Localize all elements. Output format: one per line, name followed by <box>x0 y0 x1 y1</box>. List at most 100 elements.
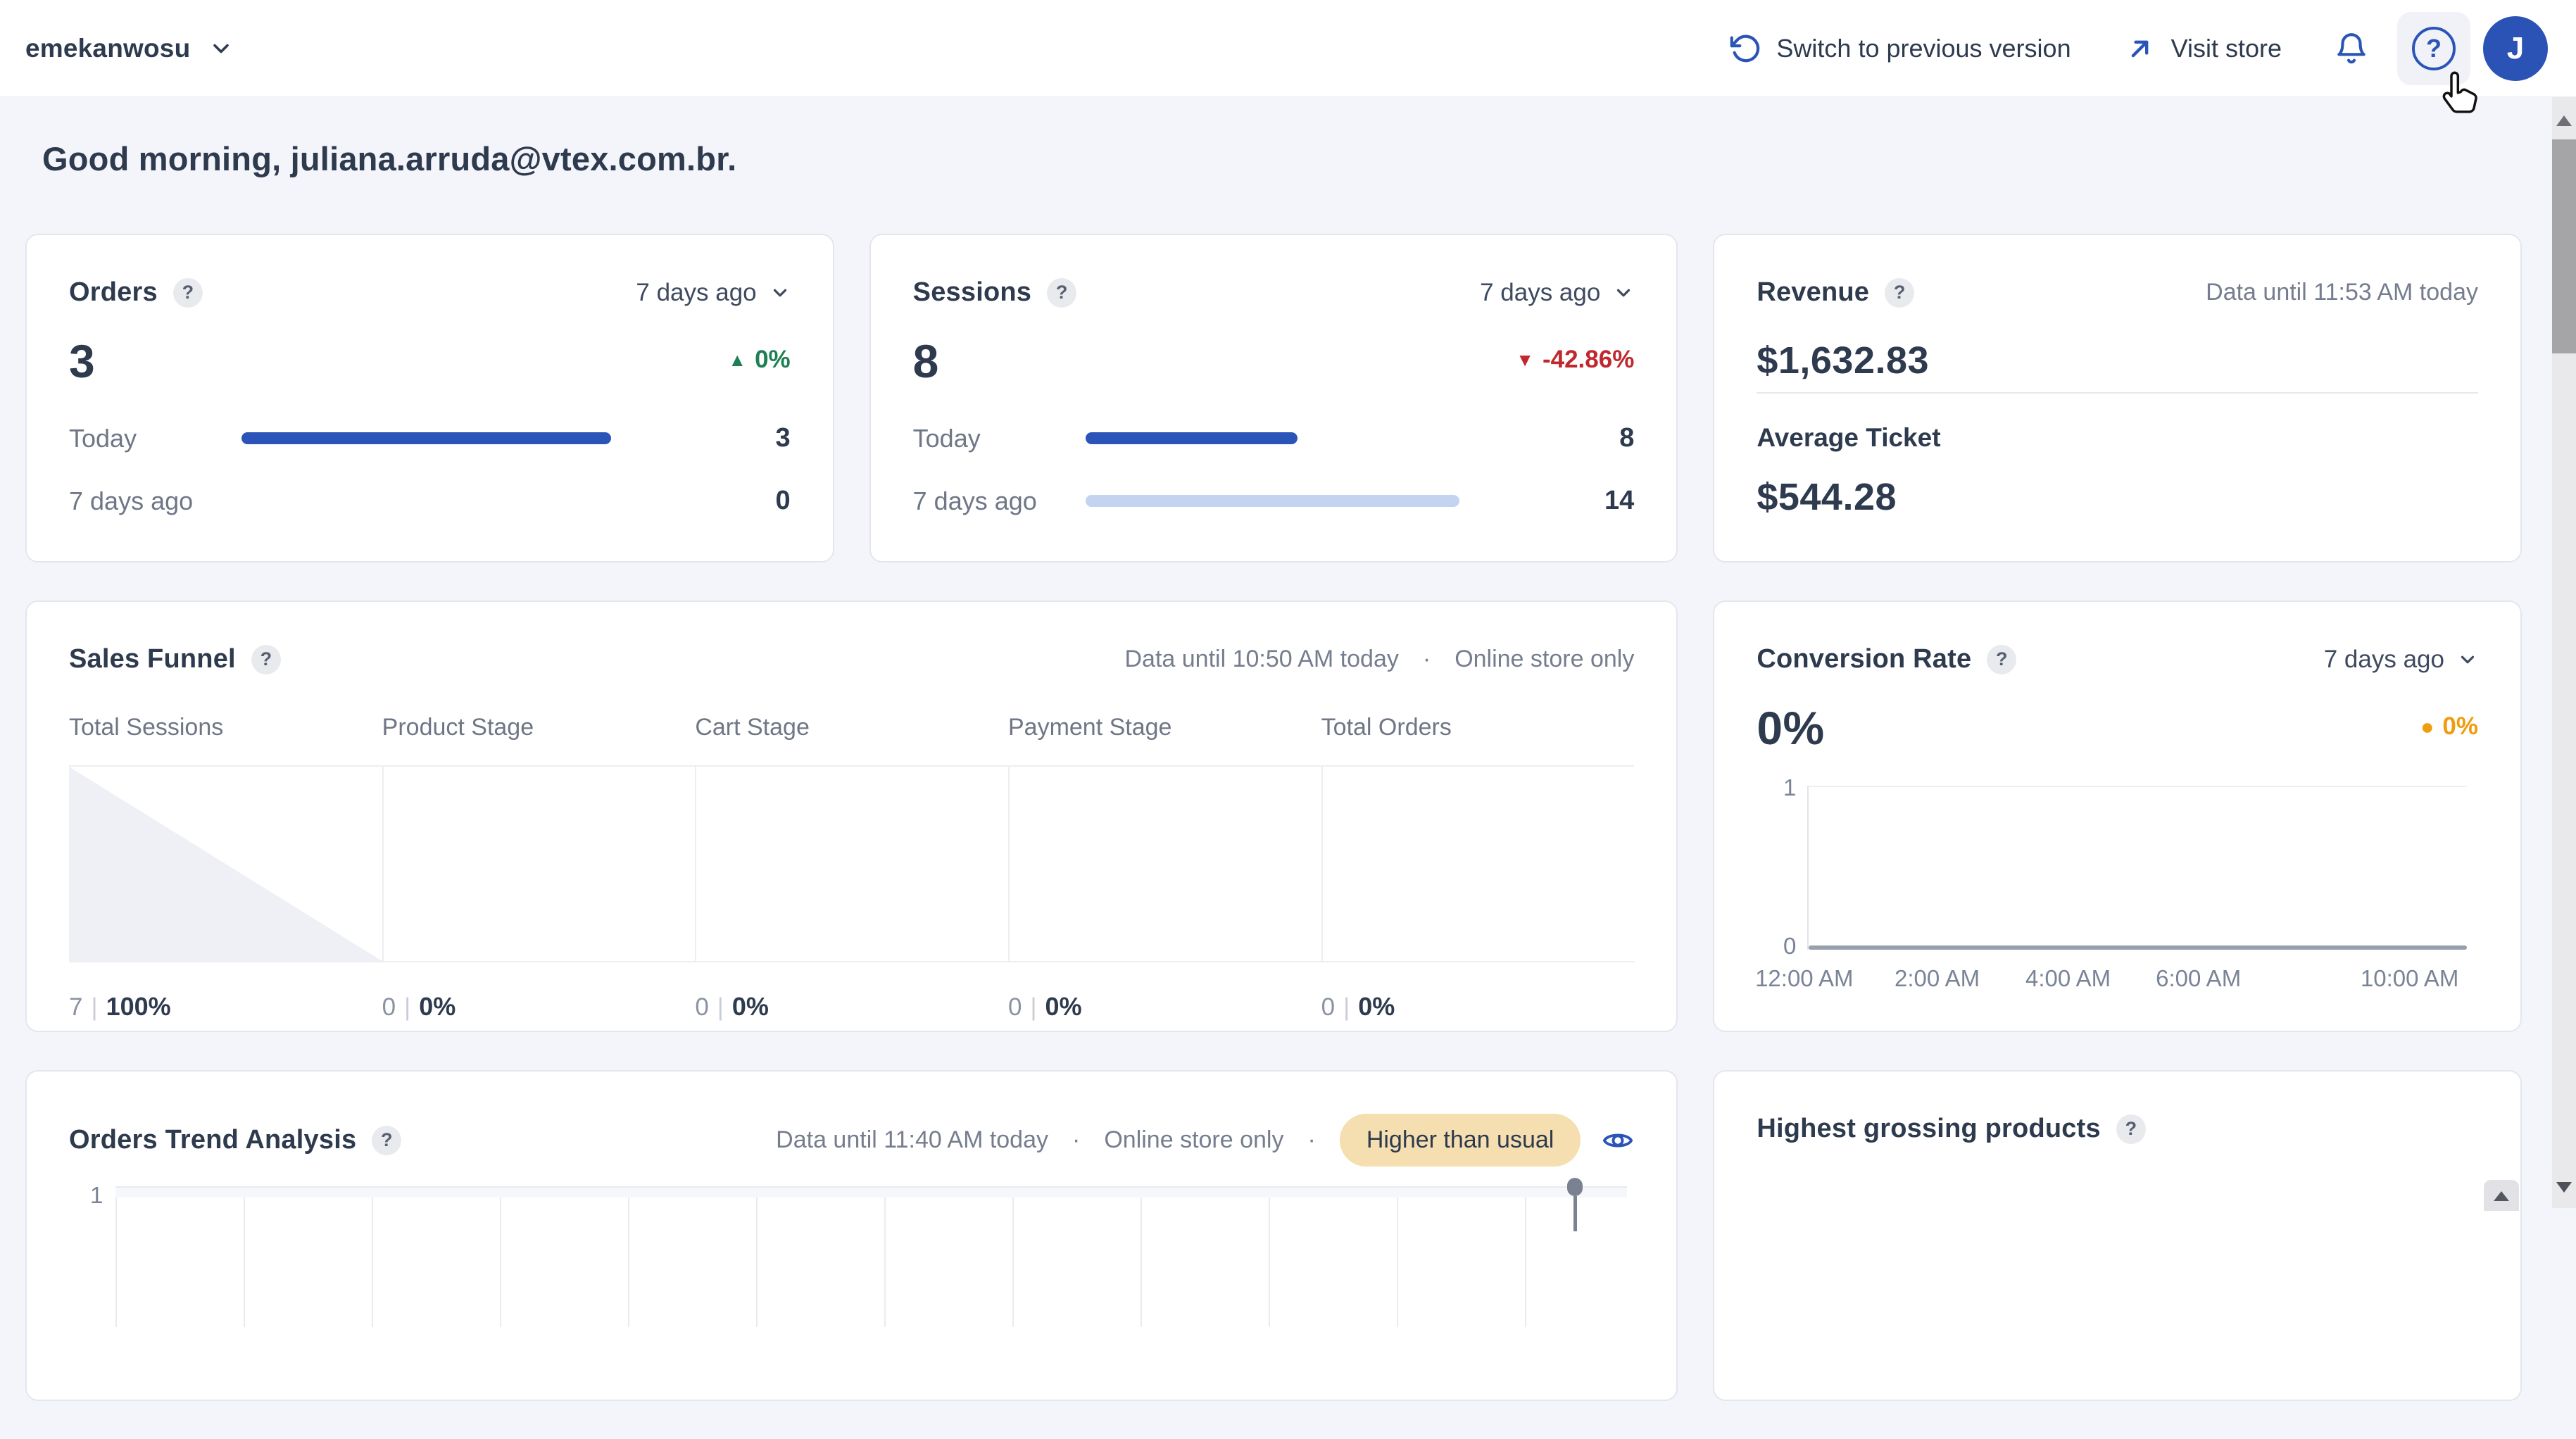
conversion-period-value: 7 days ago <box>2324 646 2444 674</box>
sessions-period-value: 7 days ago <box>1480 279 1600 307</box>
bell-icon <box>2334 31 2369 66</box>
account-switcher[interactable]: emekanwosu <box>25 34 234 63</box>
sessions-period-dropdown[interactable]: 7 days ago <box>1480 279 1634 307</box>
switch-previous-version-label: Switch to previous version <box>1776 34 2071 63</box>
y-axis-tick: 1 <box>90 1182 103 1209</box>
funnel-value: 0|0% <box>1008 992 1321 1022</box>
chevron-down-icon <box>1613 282 1634 303</box>
sessions-delta: ▼ -42.86% <box>1516 346 1634 374</box>
sessions-help-icon[interactable]: ? <box>1047 278 1076 308</box>
conversion-chart: 1 0 12:00 AM 2:00 AM 4:00 AM 6:00 AM 10:… <box>1807 786 2467 950</box>
orders-help-icon[interactable]: ? <box>173 278 203 308</box>
orders-trend-help-icon[interactable]: ? <box>372 1126 401 1155</box>
revenue-title: Revenue <box>1757 277 1869 308</box>
orders-period-value: 7 days ago <box>636 279 756 307</box>
revenue-help-icon[interactable]: ? <box>1885 278 1914 308</box>
sessions-value: 8 <box>913 334 939 388</box>
sales-funnel-title: Sales Funnel <box>69 644 236 674</box>
revenue-value: $1,632.83 <box>1757 339 2478 382</box>
avatar-initial: J <box>2507 31 2524 66</box>
trend-updated-label: Data until 11:40 AM today <box>776 1126 1048 1154</box>
dot-separator: · <box>1062 1126 1090 1154</box>
funnel-stage-cell <box>1321 767 1635 961</box>
eye-icon[interactable] <box>1602 1124 1634 1157</box>
orders-trend-title: Orders Trend Analysis <box>69 1125 356 1155</box>
funnel-stage-cell <box>695 767 1008 961</box>
x-axis-tick: 12:00 AM <box>1755 965 1853 992</box>
x-axis-tick: 6:00 AM <box>2156 965 2241 992</box>
help-button[interactable]: ? <box>2397 12 2470 85</box>
dot-separator: · <box>1298 1126 1325 1154</box>
switch-previous-version-button[interactable]: Switch to previous version <box>1728 32 2071 65</box>
orders-delta: ▲ 0% <box>728 346 790 374</box>
conversion-title: Conversion Rate <box>1757 644 1971 674</box>
comparison-row: Today 8 <box>913 423 1635 453</box>
arrow-up-icon: ▲ <box>728 349 746 371</box>
products-title: Highest grossing products <box>1757 1114 2100 1144</box>
status-dot-icon: ● <box>2420 714 2434 740</box>
scrollbar-thumb[interactable] <box>2552 139 2576 353</box>
undo-icon <box>1728 32 1761 65</box>
sessions-card: Sessions ? 7 days ago 8 ▼ -42.86% To <box>869 234 1678 563</box>
scroll-top-button[interactable] <box>2484 1180 2519 1211</box>
funnel-stage-cell <box>1008 767 1321 961</box>
funnel-stage-cell <box>69 767 382 961</box>
trend-scope-label: Online store only <box>1104 1126 1283 1154</box>
average-ticket-label: Average Ticket <box>1757 423 2478 453</box>
account-name: emekanwosu <box>25 34 190 63</box>
visit-store-button[interactable]: Visit store <box>2125 33 2282 64</box>
products-help-icon[interactable]: ? <box>2116 1114 2146 1144</box>
funnel-value: 0|0% <box>695 992 1008 1022</box>
trend-status-badge: Higher than usual <box>1340 1114 1581 1167</box>
top-bar: emekanwosu Switch to previous version Vi… <box>0 0 2576 97</box>
funnel-value: 0|0% <box>382 992 696 1022</box>
sales-funnel-help-icon[interactable]: ? <box>251 645 281 674</box>
kpi-row: Orders ? 7 days ago 3 ▲ 0% Today <box>25 234 2522 563</box>
revenue-updated-label: Data until 11:53 AM today <box>2206 279 2478 306</box>
notifications-button[interactable] <box>2327 24 2376 73</box>
chevron-down-icon <box>769 282 791 303</box>
scrollbar-up-icon[interactable] <box>2556 115 2572 126</box>
sessions-title: Sessions <box>913 277 1031 308</box>
funnel-chart <box>69 765 1634 962</box>
conversion-period-dropdown[interactable]: 7 days ago <box>2324 646 2478 674</box>
funnel-scope-label: Online store only <box>1455 646 1634 673</box>
middle-row: Sales Funnel ? Data until 10:50 AM today… <box>25 601 2522 1032</box>
x-axis-tick: 10:00 AM <box>2361 965 2458 992</box>
funnel-area-shape <box>69 767 382 961</box>
orders-period-dropdown[interactable]: 7 days ago <box>636 279 790 307</box>
orders-title: Orders <box>69 277 158 308</box>
conversion-help-icon[interactable]: ? <box>1987 645 2016 674</box>
x-axis-tick: 2:00 AM <box>1895 965 1980 992</box>
revenue-card: Revenue ? Data until 11:53 AM today $1,6… <box>1713 234 2522 563</box>
orders-trend-card: Orders Trend Analysis ? Data until 11:40… <box>25 1070 1678 1401</box>
comparison-row: 7 days ago 14 <box>913 486 1635 516</box>
avatar[interactable]: J <box>2483 16 2548 81</box>
help-icon: ? <box>2412 27 2456 70</box>
y-axis-tick: 1 <box>1765 774 1796 801</box>
y-axis-tick: 0 <box>1765 933 1796 960</box>
bottom-row: Orders Trend Analysis ? Data until 11:40… <box>25 1070 2522 1401</box>
comparison-row: 7 days ago 0 <box>69 486 791 516</box>
divider <box>1757 392 2478 394</box>
chart-gridlines <box>115 1186 1627 1327</box>
visit-store-label: Visit store <box>2171 34 2282 63</box>
scrollbar-down-icon[interactable] <box>2556 1182 2572 1193</box>
orders-comparison: Today 3 7 days ago 0 <box>69 423 791 519</box>
page-scrollbar[interactable] <box>2552 97 2576 1208</box>
sessions-previous-bar <box>1086 495 1547 507</box>
funnel-stage-values: 7|100% 0|0% 0|0% 0|0% 0|0% <box>69 992 1634 1022</box>
comparison-row: Today 3 <box>69 423 791 453</box>
flat-zero-line <box>1809 945 2467 950</box>
average-ticket-value: $544.28 <box>1757 475 2478 519</box>
conversion-delta: ● 0% <box>2420 712 2478 741</box>
dot-separator: · <box>1413 646 1440 673</box>
chevron-down-icon <box>2457 649 2478 670</box>
gridline <box>1809 786 2467 787</box>
funnel-updated-label: Data until 10:50 AM today <box>1125 646 1399 673</box>
dashboard-content: Good morning, juliana.arruda@vtex.com.br… <box>25 97 2522 1439</box>
funnel-stage-headers: Total Sessions Product Stage Cart Stage … <box>69 714 1634 741</box>
conversion-rate-card: Conversion Rate ? 7 days ago 0% ● 0% 1 <box>1713 601 2522 1032</box>
arrow-down-icon: ▼ <box>1516 349 1534 371</box>
conversion-value: 0% <box>1757 701 1824 755</box>
